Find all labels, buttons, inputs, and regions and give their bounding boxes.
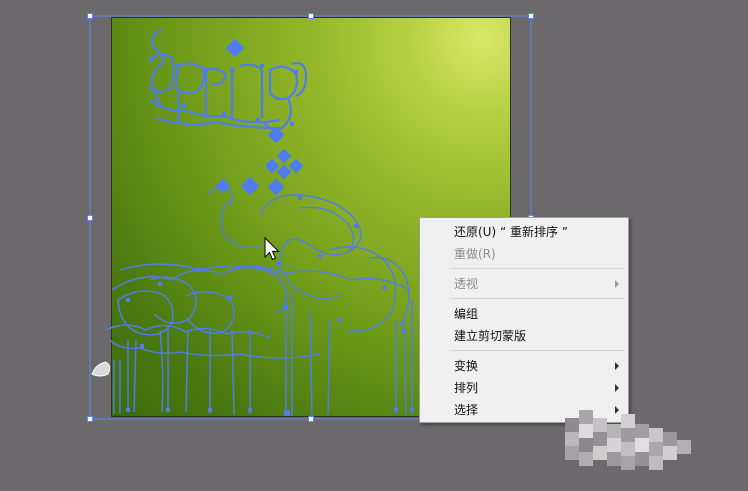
- spring-lettering-outline: [149, 28, 308, 131]
- context-menu: 还原(U) “ 重新排序 ” 重做(R) 透视 编组 建立剪切蒙版 变换 排列 …: [419, 217, 629, 423]
- menu-item-transform-label: 变换: [454, 359, 479, 373]
- submenu-arrow-icon: [615, 362, 619, 370]
- anchor-points: [126, 58, 414, 416]
- menu-item-select-label: 选择: [454, 403, 479, 417]
- handle-middle-left: [87, 215, 93, 221]
- menu-item-arrange[interactable]: 排列: [420, 377, 628, 399]
- handle-bottom-middle: [308, 416, 314, 422]
- submenu-arrow-icon: [615, 384, 619, 392]
- menu-item-arrange-label: 排列: [454, 381, 479, 395]
- menu-item-make-clipping-mask[interactable]: 建立剪切蒙版: [420, 325, 628, 347]
- menu-separator: [450, 350, 625, 351]
- menu-separator: [450, 268, 625, 269]
- menu-item-perspective-label: 透视: [454, 277, 479, 291]
- figure-outlines: [105, 185, 413, 416]
- handle-top-middle: [308, 13, 314, 19]
- stray-shape: [91, 361, 111, 377]
- submenu-arrow-icon: [615, 280, 619, 288]
- menu-item-group[interactable]: 编组: [420, 303, 628, 325]
- handle-top-left: [87, 13, 93, 19]
- handle-top-right: [528, 13, 534, 19]
- menu-item-redo[interactable]: 重做(R): [420, 243, 628, 265]
- handle-bottom-left: [87, 416, 93, 422]
- pixelated-watermark: [565, 410, 691, 470]
- menu-separator: [450, 298, 625, 299]
- mouse-pointer-icon: [264, 236, 280, 261]
- menu-item-transform[interactable]: 变换: [420, 355, 628, 377]
- canvas-area[interactable]: 还原(U) “ 重新排序 ” 重做(R) 透视 编组 建立剪切蒙版 变换 排列 …: [0, 0, 748, 491]
- menu-item-undo[interactable]: 还原(U) “ 重新排序 ”: [420, 221, 628, 243]
- menu-item-perspective[interactable]: 透视: [420, 273, 628, 295]
